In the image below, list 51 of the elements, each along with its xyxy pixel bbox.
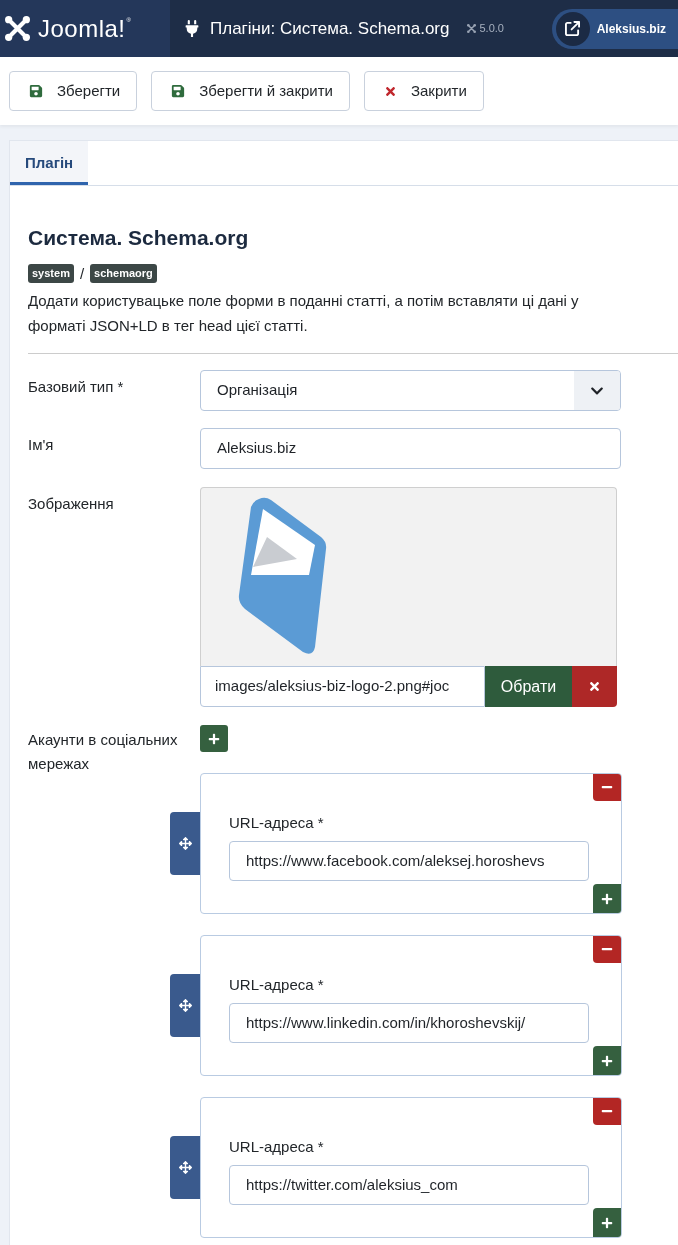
- add-row-button[interactable]: [593, 1046, 621, 1075]
- field-label: Зображення: [28, 495, 114, 512]
- add-row-button[interactable]: [593, 884, 621, 913]
- plugin-title: Система. Schema.org: [28, 225, 250, 251]
- move-icon: [178, 999, 192, 1012]
- url-field[interactable]: https://twitter.com/aleksius_com: [229, 1164, 589, 1206]
- logo-icon: [467, 24, 477, 33]
- close-icon: [383, 84, 397, 98]
- select-image-button[interactable]: Обрати: [485, 666, 572, 707]
- add-row-button[interactable]: [593, 1208, 621, 1237]
- image-path-field[interactable]: images/aleksius-biz-logo-2.png#joc: [200, 666, 485, 707]
- plus-icon: [601, 1054, 613, 1067]
- plus-icon: [208, 732, 220, 745]
- close-button[interactable]: Закрити: [363, 71, 484, 111]
- save-button[interactable]: Зберегти: [9, 71, 138, 111]
- move-icon: [178, 837, 192, 850]
- tab[interactable]: Плагін: [10, 141, 89, 185]
- page-title: Плагіни: Система. Schema.org: [210, 17, 450, 40]
- tag-separator: /: [79, 264, 85, 283]
- plugin-tag: schemaorg: [90, 264, 157, 283]
- select-field[interactable]: Організація: [200, 370, 621, 411]
- plus-icon: [601, 892, 613, 905]
- clear-image-button[interactable]: [572, 666, 617, 707]
- url-label: URL-адреса *: [229, 813, 324, 832]
- remove-row-button[interactable]: [593, 936, 621, 963]
- remove-row-button[interactable]: [593, 774, 621, 801]
- site-link-button[interactable]: Aleksius.biz: [551, 8, 678, 49]
- drag-handle[interactable]: [170, 1136, 200, 1199]
- drag-handle[interactable]: [170, 974, 200, 1037]
- remove-row-button[interactable]: [593, 1098, 621, 1125]
- external-link-icon: [555, 11, 590, 46]
- plugin-tag: system: [28, 264, 74, 283]
- field-label: Базовий тип *: [28, 378, 124, 395]
- add-row-button[interactable]: [200, 725, 228, 752]
- url-field[interactable]: https://www.linkedin.com/in/khoroshevskij/: [229, 1002, 589, 1044]
- url-field[interactable]: https://www.facebook.com/aleksej.horoshevs: [229, 840, 589, 882]
- drag-handle[interactable]: [170, 812, 200, 875]
- plug-icon: [185, 20, 199, 37]
- logo-text: Joomla!: [38, 13, 126, 44]
- close-icon: [588, 680, 601, 693]
- social-accounts-label: Акаунти в соціальних мережах: [28, 731, 178, 772]
- move-icon: [178, 1161, 192, 1174]
- url-label: URL-адреса *: [229, 975, 324, 994]
- plus-icon: [601, 1216, 613, 1229]
- version-text: 5.0.0: [479, 21, 504, 37]
- url-label: URL-адреса *: [229, 1137, 324, 1156]
- field-label: Ім'я: [28, 436, 54, 453]
- logo-icon: [5, 16, 30, 41]
- text-field[interactable]: Aleksius.biz: [200, 428, 621, 469]
- save-and-close-button[interactable]: Зберегти й закрити: [151, 71, 350, 111]
- description-text: Додати користувацьке поле форми в поданні статті, а потім вставляти ці дані у форматі JSON+LD в тег head цієї статті.: [28, 291, 580, 336]
